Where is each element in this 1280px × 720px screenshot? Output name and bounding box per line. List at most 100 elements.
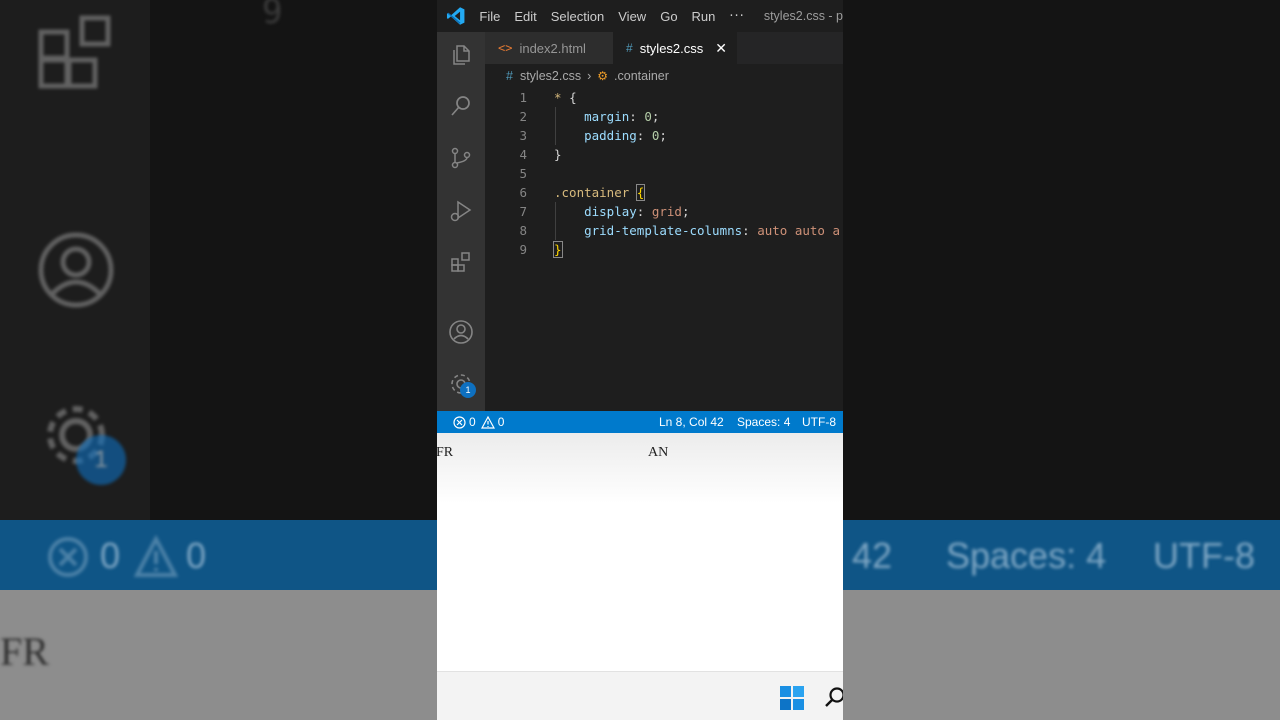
code-token: ; (681, 204, 690, 219)
windows-taskbar (437, 671, 843, 720)
line-number: 7 (519, 204, 527, 219)
css-file-icon: # (626, 41, 633, 55)
bg-status-warnings: 0 (186, 535, 207, 576)
menu-go[interactable]: Go (660, 9, 677, 24)
menu-more-button[interactable]: ··· (729, 9, 744, 24)
code-token: 0 (644, 109, 652, 124)
line-number: 5 (519, 166, 527, 181)
line-number: 6 (519, 185, 527, 200)
status-bar: 0 0 Ln 8, Col 42 Spaces: 4 UTF-8 (437, 411, 843, 433)
code-token: ; (651, 109, 660, 124)
breadcrumb: # styles2.css › ⚙ .container (506, 69, 669, 83)
bg-warning-icon (134, 535, 178, 577)
error-icon (453, 415, 466, 429)
code-token: auto auto a (757, 223, 841, 238)
bg-extensions-icon (38, 15, 111, 89)
menu-edit[interactable]: Edit (514, 9, 536, 24)
line-number: 1 (519, 90, 527, 105)
close-icon[interactable]: ✕ (715, 40, 727, 57)
run-debug-button[interactable] (447, 197, 475, 225)
source-control-button[interactable] (447, 144, 475, 172)
menu-view[interactable]: View (618, 9, 646, 24)
chevron-right-icon: › (587, 69, 592, 83)
preview-text-an: AN (648, 445, 669, 460)
code-token: grid (651, 204, 682, 219)
code-token: } (554, 147, 562, 162)
activity-bar: 1 (437, 32, 485, 411)
bg-status-spaces: Spaces: 4 (946, 535, 1107, 576)
code-token: } (553, 241, 563, 258)
error-count: 0 (469, 415, 476, 429)
line-number: 4 (519, 147, 527, 162)
line-source: } (554, 145, 562, 164)
taskbar-search-icon[interactable] (824, 686, 843, 708)
title-bar: File Edit Selection View Go Run ··· styl… (437, 0, 843, 32)
menu-selection[interactable]: Selection (551, 9, 604, 24)
code-token: : (629, 109, 645, 124)
explorer-button[interactable] (447, 41, 475, 69)
menu-file[interactable]: File (479, 9, 500, 24)
bg-status-encoding: UTF-8 (1153, 535, 1255, 576)
line-number: 8 (519, 223, 527, 238)
menu-run[interactable]: Run (692, 9, 716, 24)
code-lines: 1 * {2 margin: 0; 3 padding: 0; 4} 5 6 .contai… (485, 88, 843, 259)
code-token: { (635, 184, 646, 201)
line-source: padding: 0; (554, 126, 667, 145)
line-source: grid-template-columns: auto auto a (554, 221, 840, 240)
bg-account-icon (38, 232, 114, 308)
account-icon (449, 320, 473, 344)
line-source: } (553, 240, 563, 259)
files-icon (453, 45, 470, 65)
tab-index2-html[interactable]: <> index2.html (485, 32, 613, 64)
cursor-position[interactable]: Ln 8, Col 42 (659, 415, 724, 429)
settings-badge: 1 (460, 382, 476, 398)
code-line[interactable]: 2 margin: 0; (485, 107, 843, 126)
line-source: margin: 0; (554, 107, 659, 126)
vscode-logo-icon (446, 7, 465, 25)
line-source: * { (554, 88, 577, 107)
code-line[interactable]: 7 display: grid; (485, 202, 843, 221)
tab-label: styles2.css (639, 40, 704, 56)
bg-line-number: 9 (262, 0, 283, 32)
html-file-icon: <> (498, 41, 513, 55)
breadcrumb-symbol[interactable]: .container (614, 69, 669, 83)
code-token: : (742, 223, 758, 238)
code-token: : (636, 204, 652, 219)
code-line[interactable]: 4} (485, 145, 843, 164)
code-token: display (584, 204, 637, 219)
code-line[interactable]: 1 * { (485, 88, 843, 107)
bg-page-text: FR (0, 629, 49, 674)
problems-indicator[interactable]: 0 0 (453, 415, 504, 429)
indentation[interactable]: Spaces: 4 (737, 415, 790, 429)
code-line[interactable]: 5 (485, 164, 843, 183)
code-token: ; (659, 128, 667, 143)
code-line[interactable]: 8 grid-template-columns: auto auto a (485, 221, 843, 240)
tab-styles2-css[interactable]: # styles2.css ✕ (613, 32, 737, 64)
code-editor[interactable]: # styles2.css › ⚙ .container 1 * {2 margi… (485, 64, 843, 411)
code-token: * (554, 90, 570, 105)
search-button[interactable] (447, 92, 475, 120)
window-title: styles2.css - p (763, 9, 843, 23)
bg-error-icon (48, 537, 88, 577)
code-token: margin (584, 109, 630, 124)
code-line[interactable]: 6 .container { (485, 183, 843, 202)
selector-symbol-icon: ⚙ (597, 69, 609, 83)
code-token: grid-template-columns (584, 223, 743, 238)
code-line[interactable]: 9} (485, 240, 843, 259)
extensions-button[interactable] (447, 248, 475, 276)
windows-start-icon[interactable] (780, 686, 804, 710)
code-token: .container (554, 185, 630, 200)
css-file-icon: # (506, 69, 513, 83)
bg-status-errors: 0 (100, 535, 121, 576)
code-line[interactable]: 3 padding: 0; (485, 126, 843, 145)
search-icon (451, 96, 470, 116)
vscode-window: File Edit Selection View Go Run ··· styl… (437, 0, 843, 720)
encoding[interactable]: UTF-8 (802, 415, 836, 429)
breadcrumb-file[interactable]: styles2.css (520, 69, 581, 83)
accounts-button[interactable] (447, 318, 475, 346)
